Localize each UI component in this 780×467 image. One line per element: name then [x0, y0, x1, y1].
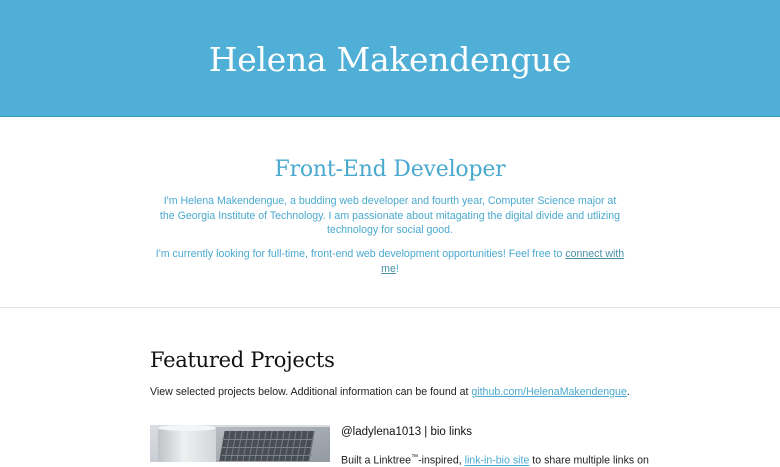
github-link[interactable]: github.com/HelenaMakendengue [471, 386, 626, 398]
featured-projects-section: Featured Projects View selected projects… [0, 308, 780, 467]
project-thumbnail [150, 425, 330, 462]
keyboard-illustration [219, 431, 315, 461]
projects-desc-text: View selected projects below. Additional… [150, 386, 472, 398]
project-description: Built a Linktree™-inspired, link-in-bio … [341, 454, 649, 467]
project-desc-end: to share multiple links on [529, 454, 649, 467]
keyboard-row [221, 439, 313, 440]
intro-heading: Front-End Developer [274, 157, 506, 182]
project-desc-middle: -inspired, [418, 454, 465, 467]
project-desc-text: Built a Linktree [341, 454, 412, 467]
mug-illustration [158, 427, 216, 462]
site-title: Helena Makendengue [208, 39, 572, 79]
projects-description: View selected projects below. Additional… [150, 386, 630, 398]
intro-call-to-action: I'm currently looking for full-time, fro… [155, 247, 625, 276]
keyboard-row [221, 447, 313, 448]
project-title: @ladylena1013 | bio links [341, 426, 473, 438]
site-header: Helena Makendengue [0, 0, 780, 117]
intro-cta-end: ! [395, 262, 399, 275]
intro-section: Front-End Developer I'm Helena Makendeng… [0, 117, 780, 308]
keyboard-row [221, 455, 313, 456]
projects-heading: Featured Projects [150, 348, 335, 372]
link-in-bio-link[interactable]: link-in-bio site [465, 455, 530, 467]
intro-cta-text: I'm currently looking for full-time, fro… [155, 248, 566, 260]
intro-paragraph: I'm Helena Makendengue, a budding web de… [159, 195, 621, 236]
projects-desc-end: . [626, 386, 630, 398]
mug-rim [158, 425, 216, 431]
